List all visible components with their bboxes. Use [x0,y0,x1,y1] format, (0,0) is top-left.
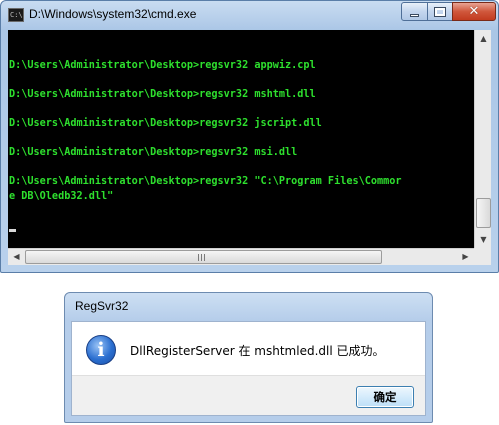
dialog-content: i DllRegisterServer 在 mshtmled.dll 已成功。 [72,322,425,375]
ok-button[interactable]: 确定 [356,386,414,408]
console-line: e DB\Oledb32.dll" [9,190,114,202]
vertical-scroll-thumb[interactable] [476,198,491,228]
console-line: D:\Users\Administrator\Desktop>regsvr32 … [9,176,402,188]
close-button[interactable]: ✕ [452,2,496,21]
maximize-icon [434,6,446,17]
cmd-titlebar[interactable]: C:\ D:\Windows\system32\cmd.exe ✕ [1,1,498,29]
console-line: D:\Users\Administrator\Desktop>regsvr32 … [9,147,298,159]
dialog-body: i DllRegisterServer 在 mshtmled.dll 已成功。 … [71,321,426,416]
dialog-message: DllRegisterServer 在 mshtmled.dll 已成功。 [130,344,385,358]
console-line: D:\Users\Administrator\Desktop>regsvr32 … [9,59,316,71]
horizontal-scrollbar[interactable]: ◀ ▶ [8,248,474,265]
scroll-up-icon[interactable]: ▲ [475,30,492,47]
close-icon: ✕ [468,4,480,19]
dialog-footer: 确定 [72,375,425,415]
cmd-app-icon: C:\ [8,8,24,22]
dialog-title: RegSvr32 [75,299,129,313]
console-output[interactable]: D:\Users\Administrator\Desktop>regsvr32 … [8,30,474,248]
scroll-right-icon[interactable]: ▶ [457,249,474,266]
vertical-scrollbar[interactable]: ▲ ▼ [474,30,491,248]
information-icon: i [86,335,116,365]
scroll-grip-icon [198,254,207,261]
console-line: D:\Users\Administrator\Desktop>regsvr32 … [9,88,316,100]
minimize-icon [410,13,419,17]
scroll-left-icon[interactable]: ◀ [8,249,25,266]
horizontal-scroll-thumb[interactable] [25,250,382,264]
cmd-window-title: D:\Windows\system32\cmd.exe [29,7,197,21]
cmd-window: C:\ D:\Windows\system32\cmd.exe ✕ D:\Use… [0,0,499,273]
regsvr32-dialog: RegSvr32 i DllRegisterServer 在 mshtmled.… [64,292,433,423]
minimize-button[interactable] [401,2,428,21]
text-cursor [9,228,16,232]
scroll-corner [474,248,491,265]
console-lines: D:\Users\Administrator\Desktop>regsvr32 … [9,44,473,234]
maximize-button[interactable] [427,2,453,21]
console-cursor-line [9,219,473,234]
scroll-down-icon[interactable]: ▼ [475,231,492,248]
console-line: D:\Users\Administrator\Desktop>regsvr32 … [9,117,322,129]
